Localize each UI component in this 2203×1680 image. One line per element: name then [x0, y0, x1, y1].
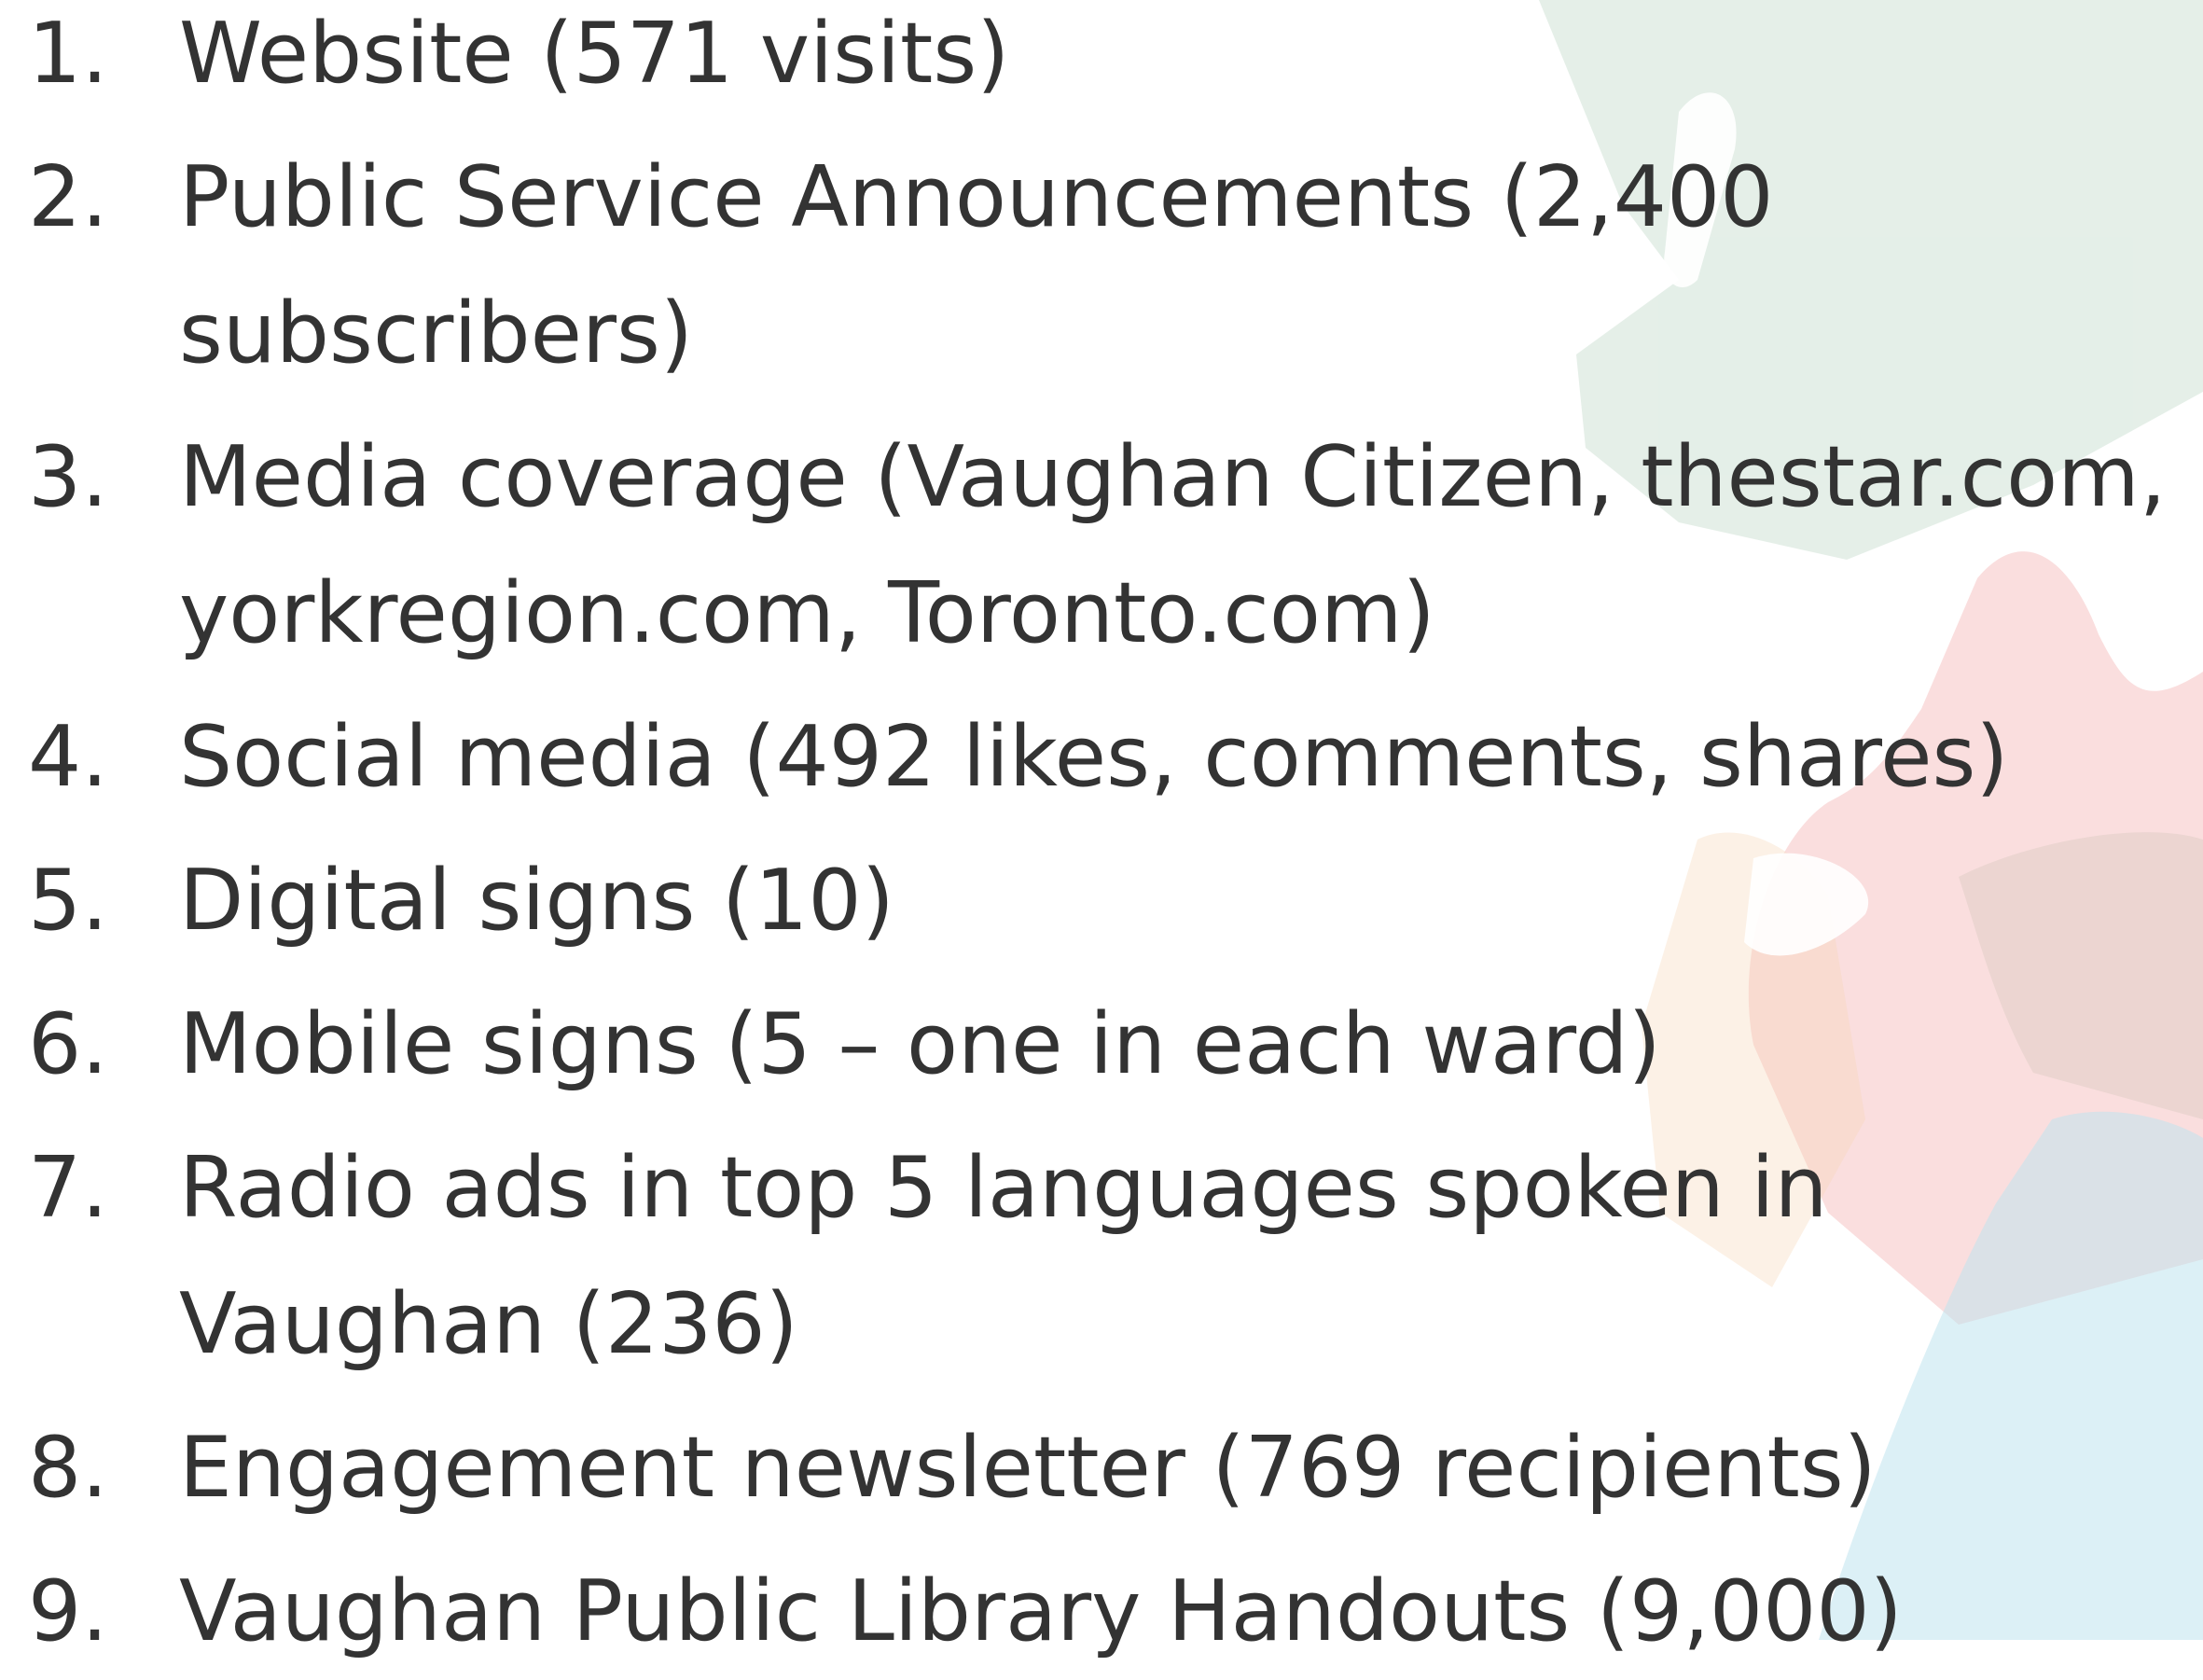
- list-item-text: Social media (492 likes, comments, share…: [179, 708, 2009, 806]
- list-item-number: 2.: [28, 148, 108, 246]
- list-item: 3. Media coverage (Vaughan Citizen, thes…: [28, 410, 2201, 682]
- list-item-text: Vaughan Public Library Handouts (9,000): [179, 1562, 1903, 1660]
- list-item: 6. Mobile signs (5 – one in each ward): [28, 977, 2201, 1113]
- list-item: 9. Vaughan Public Library Handouts (9,00…: [28, 1544, 2201, 1680]
- list-item-text: Engagement newsletter (769 recipients): [179, 1419, 1877, 1517]
- list-item-number: 5.: [28, 852, 108, 950]
- list-item: 2. Public Service Announcements (2,400 s…: [28, 130, 2201, 402]
- list-item: 5. Digital signs (10): [28, 833, 2201, 969]
- list-item-number: 9.: [28, 1562, 108, 1660]
- list-item-number: 3.: [28, 428, 108, 526]
- list-item-number: 8.: [28, 1419, 108, 1517]
- outreach-list: 1. Website (571 visits) 2. Public Servic…: [28, 0, 2201, 1680]
- list-item-text: Mobile signs (5 – one in each ward): [179, 995, 1661, 1093]
- list-item-text: Website (571 visits): [179, 5, 1010, 103]
- list-item-number: 6.: [28, 995, 108, 1093]
- list-item: 4. Social media (492 likes, comments, sh…: [28, 689, 2201, 826]
- list-item-text: Public Service Announcements (2,400 subs…: [179, 148, 1774, 382]
- list-item: 8. Engagement newsletter (769 recipients…: [28, 1400, 2201, 1536]
- list-item-number: 1.: [28, 5, 108, 103]
- list-item: 1. Website (571 visits): [28, 0, 2201, 122]
- list-item-text: Media coverage (Vaughan Citizen, thestar…: [179, 428, 2167, 662]
- list-item-number: 4.: [28, 708, 108, 806]
- list-item-text: Radio ads in top 5 languages spoken in V…: [179, 1139, 1828, 1373]
- list-item-number: 7.: [28, 1139, 108, 1237]
- list-item-text: Digital signs (10): [179, 852, 894, 950]
- list-item: 7. Radio ads in top 5 languages spoken i…: [28, 1120, 2201, 1393]
